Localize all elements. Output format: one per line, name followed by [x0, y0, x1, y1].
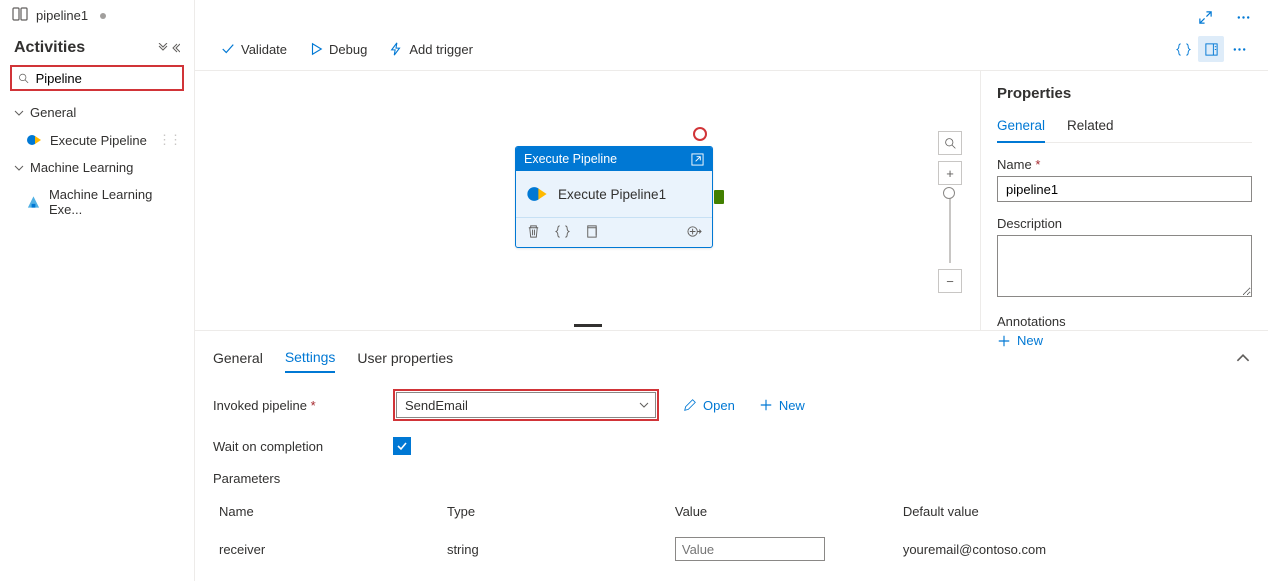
success-port[interactable]: [714, 190, 724, 204]
properties-panel: Properties General Related Name * Descri…: [980, 71, 1268, 330]
chevron-down-icon: [158, 43, 168, 53]
pipeline-canvas[interactable]: Execute Pipeline Execute Pipeline1: [195, 71, 980, 330]
braces-icon: [1176, 42, 1191, 57]
wait-label: Wait on completion: [213, 439, 393, 454]
tab-props-related[interactable]: Related: [1067, 114, 1114, 142]
zoom-slider[interactable]: [949, 193, 951, 263]
chevron-down-icon: [639, 400, 649, 410]
pencil-icon: [683, 398, 697, 412]
name-label: Name *: [997, 157, 1252, 172]
zoom-control: + −: [938, 131, 962, 299]
collapse-panel-button[interactable]: [1236, 351, 1250, 368]
activities-search-field[interactable]: [36, 71, 176, 86]
code-view-button[interactable]: [1170, 36, 1196, 62]
copy-icon[interactable]: [584, 224, 599, 239]
col-default: Default value: [899, 498, 1248, 529]
ml-icon: [26, 194, 41, 210]
tab-props-general[interactable]: General: [997, 114, 1045, 143]
parameters-label: Parameters: [213, 471, 1250, 486]
add-output-icon[interactable]: [687, 224, 702, 239]
invoked-pipeline-select[interactable]: SendEmail: [396, 392, 656, 418]
properties-title: Properties: [997, 85, 1252, 102]
pipeline-icon: [12, 6, 28, 25]
param-value-input[interactable]: [675, 537, 825, 561]
search-icon: [18, 72, 30, 85]
properties-icon: [1204, 42, 1219, 57]
activity-ml-execute[interactable]: Machine Learning Exe...: [0, 181, 194, 223]
check-icon: [396, 440, 408, 452]
validate-button[interactable]: Validate: [211, 38, 297, 61]
wait-checkbox[interactable]: [393, 437, 411, 455]
col-type: Type: [443, 498, 669, 529]
parameters-table: Name Type Value Default value receiver s…: [213, 496, 1250, 569]
open-pipeline-button[interactable]: Open: [683, 398, 735, 413]
node-title: Execute Pipeline1: [558, 187, 666, 202]
play-icon: [309, 42, 323, 56]
zoom-fit-button[interactable]: [938, 131, 962, 155]
tab-user-properties[interactable]: User properties: [357, 346, 453, 372]
properties-toggle-button[interactable]: [1198, 36, 1224, 62]
check-icon: [221, 42, 235, 56]
pipeline-tab[interactable]: pipeline1: [0, 0, 194, 29]
chevron-down-icon: [14, 108, 24, 118]
toolbar-more-button[interactable]: [1226, 36, 1252, 62]
delete-icon[interactable]: [526, 224, 541, 239]
activities-sidebar: pipeline1 Activities General Execute Pip…: [0, 0, 195, 581]
more-icon: [1232, 42, 1247, 57]
plus-icon: [759, 398, 773, 412]
expand-icon: [1198, 10, 1213, 25]
braces-icon[interactable]: [555, 224, 570, 239]
collapse-sidebar-button[interactable]: [158, 43, 180, 53]
invoked-pipeline-label: Invoked pipeline *: [213, 398, 393, 413]
activities-search-input[interactable]: [10, 65, 184, 91]
pipeline-tab-label: pipeline1: [36, 8, 88, 23]
zoom-out-button[interactable]: −: [938, 269, 962, 293]
open-external-icon[interactable]: [691, 153, 704, 166]
description-label: Description: [997, 216, 1252, 231]
expand-button[interactable]: [1192, 4, 1218, 30]
param-default: youremail@contoso.com: [899, 531, 1248, 567]
table-row: receiver string youremail@contoso.com: [215, 531, 1248, 567]
pipeline-toolbar: Validate Debug Add trigger: [195, 30, 1268, 71]
annotations-label: Annotations: [997, 314, 1252, 329]
node-type-label: Execute Pipeline: [524, 152, 617, 166]
debug-button[interactable]: Debug: [299, 38, 377, 61]
pipeline-name-input[interactable]: [997, 176, 1252, 202]
description-input[interactable]: [997, 235, 1252, 297]
activity-execute-pipeline[interactable]: Execute Pipeline ⋮⋮: [0, 126, 194, 154]
search-icon: [944, 137, 957, 150]
execute-pipeline-icon: [526, 183, 548, 205]
validation-marker-icon: [693, 127, 707, 141]
activity-settings-panel: General Settings User properties Invoked…: [195, 330, 1268, 581]
more-icon: [1236, 10, 1251, 25]
new-pipeline-button[interactable]: New: [759, 398, 805, 413]
zoom-in-button[interactable]: +: [938, 161, 962, 185]
col-name: Name: [215, 498, 441, 529]
chevron-down-icon: [14, 163, 24, 173]
chevron-left-icon: [170, 43, 180, 53]
group-ml[interactable]: Machine Learning: [0, 154, 194, 181]
tab-settings[interactable]: Settings: [285, 345, 336, 373]
group-general[interactable]: General: [0, 99, 194, 126]
activities-title: Activities: [14, 39, 85, 57]
chevron-up-icon: [1236, 351, 1250, 365]
param-type: string: [443, 531, 669, 567]
tab-general[interactable]: General: [213, 346, 263, 372]
col-value: Value: [671, 498, 897, 529]
param-name: receiver: [215, 531, 441, 567]
grip-icon: ⋮⋮: [158, 132, 180, 148]
execute-pipeline-icon: [26, 132, 42, 148]
trigger-icon: [389, 42, 403, 56]
activity-node-execute-pipeline[interactable]: Execute Pipeline Execute Pipeline1: [515, 146, 713, 248]
panel-resize-handle[interactable]: [195, 320, 980, 330]
unsaved-dot-icon: [100, 13, 106, 19]
add-trigger-button[interactable]: Add trigger: [379, 38, 483, 61]
more-button[interactable]: [1230, 4, 1256, 30]
